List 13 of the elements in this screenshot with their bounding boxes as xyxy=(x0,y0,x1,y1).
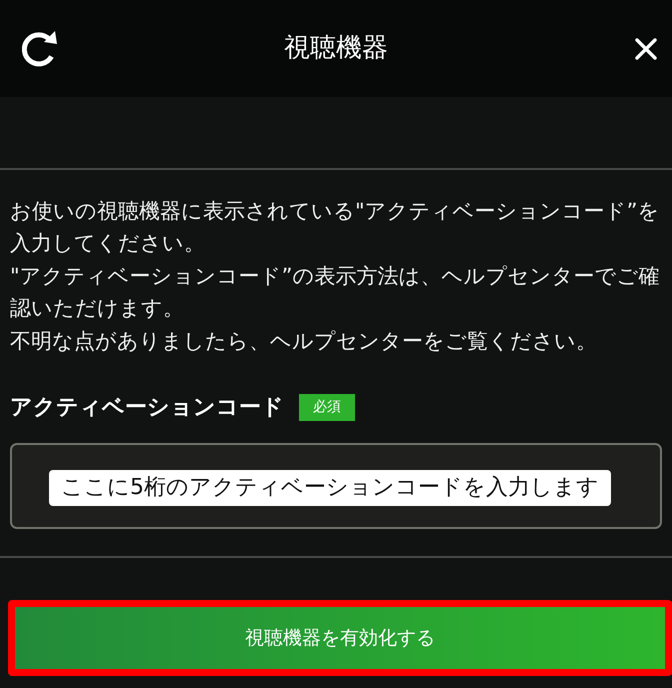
refresh-icon xyxy=(22,30,58,68)
refresh-button[interactable] xyxy=(22,30,58,68)
annotation-label: ここに5桁のアクティベーションコードを入力します xyxy=(49,470,611,506)
window-title: 視聴機器 xyxy=(284,32,388,64)
instruction-text: お使いの視聴機器に表示されている"アクティベーションコード”を入力してください。 xyxy=(10,198,661,258)
required-badge: 必須 xyxy=(299,394,355,422)
instruction-text: "アクティベーションコード”の表示方法は、ヘルプセンターでご確認いただけます。 xyxy=(10,262,661,322)
field-label: アクティベーションコード xyxy=(10,394,284,422)
input-field[interactable]: ここに5桁のアクティベーションコードを入力します xyxy=(10,443,662,530)
instruction-text: 不明な点がありましたら、ヘルプセンターをご覧ください。 xyxy=(10,328,598,355)
activate-button[interactable]: 視聴機器を有効化する xyxy=(8,600,672,676)
close-icon xyxy=(635,38,657,60)
close-button[interactable] xyxy=(635,38,657,60)
